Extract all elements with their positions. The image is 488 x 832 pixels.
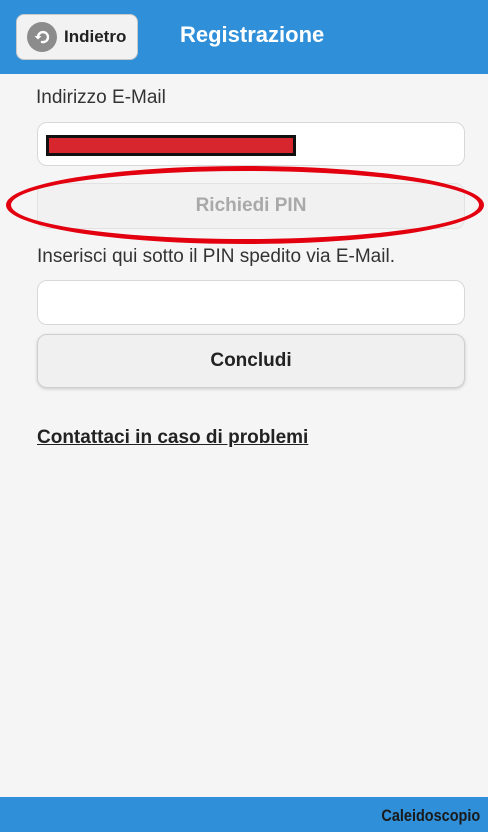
footer-bar: Caleidoscopio [0,797,488,832]
page-title: Registrazione [180,22,325,47]
top-bar: Indietro Registrazione [0,0,488,74]
email-label: Indirizzo E-Mail [36,87,166,108]
pin-field[interactable] [37,280,465,325]
back-button[interactable]: Indietro [16,14,138,60]
pin-instruction: Inserisci qui sotto il PIN spedito via E… [37,246,395,267]
request-pin-button[interactable]: Richiedi PIN [37,183,465,229]
redaction-mark [46,135,296,156]
submit-button[interactable]: Concludi [37,334,465,388]
brand-logo: Caleidoscopio [381,806,480,825]
back-arrow-icon [27,22,57,52]
email-field[interactable] [37,122,465,166]
back-button-label: Indietro [64,27,127,46]
contact-link[interactable]: Contattaci in caso di problemi [37,427,308,449]
